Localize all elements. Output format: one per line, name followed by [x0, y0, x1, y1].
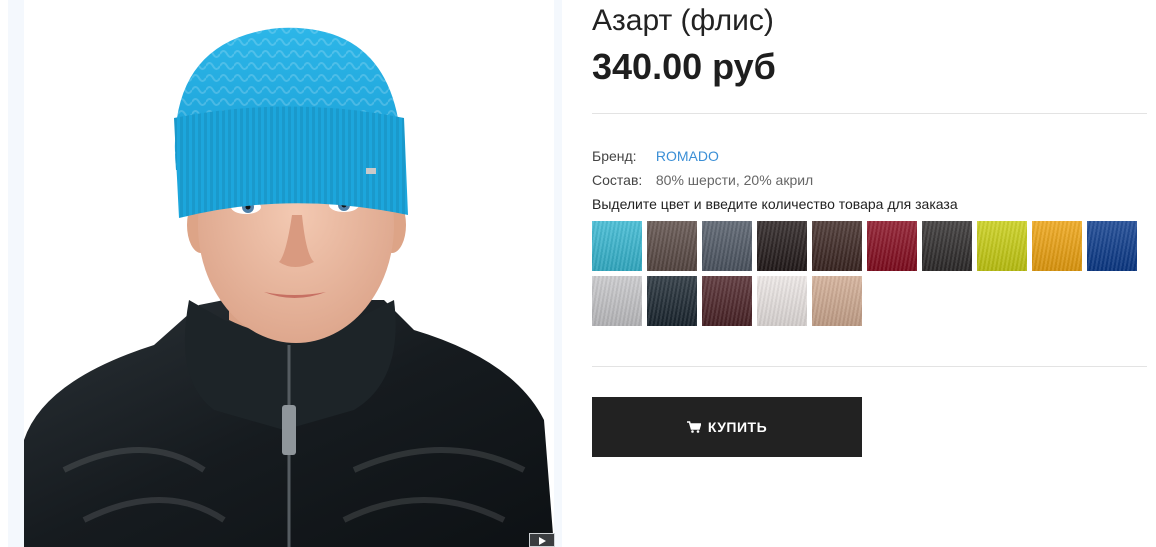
color-swatch-orange[interactable] [1032, 221, 1082, 271]
cart-icon [686, 421, 701, 433]
color-swatch-royal-blue[interactable] [1087, 221, 1137, 271]
play-arrow-icon[interactable] [529, 533, 555, 547]
divider [592, 366, 1147, 367]
model-wearing-hat-image [24, 27, 554, 547]
composition-row: Состав: 80% шерсти, 20% акрил [592, 172, 813, 188]
brand-row: Бренд: ROMADO [592, 148, 719, 164]
color-swatch-burgundy[interactable] [867, 221, 917, 271]
color-swatch-dark-brown[interactable] [812, 221, 862, 271]
color-swatch-maroon-brown[interactable] [702, 276, 752, 326]
color-swatch-cream[interactable] [757, 276, 807, 326]
product-page: Азарт (флис) 340.00 руб Бренд: ROMADO Со… [0, 0, 1156, 547]
divider [592, 113, 1147, 114]
product-title: Азарт (флис) [592, 4, 774, 37]
brand-link[interactable]: ROMADO [656, 148, 719, 164]
color-swatch-brown-grey[interactable] [647, 221, 697, 271]
product-photo[interactable] [24, 0, 554, 547]
color-swatch-slate[interactable] [702, 221, 752, 271]
buy-button-label: КУПИТЬ [707, 419, 768, 435]
color-swatch-black-brown[interactable] [757, 221, 807, 271]
color-swatch-beige[interactable] [812, 276, 862, 326]
product-info: Азарт (флис) 340.00 руб Бренд: ROMADO Со… [592, 0, 1148, 547]
color-swatch-turquoise[interactable] [592, 221, 642, 271]
product-gallery [8, 0, 562, 547]
composition-value: 80% шерсти, 20% акрил [655, 172, 814, 188]
buy-button[interactable]: КУПИТЬ [592, 397, 862, 457]
color-swatch-lime[interactable] [977, 221, 1027, 271]
color-swatch-graphite[interactable] [922, 221, 972, 271]
product-price: 340.00 руб [592, 46, 776, 87]
composition-label: Состав: [592, 172, 643, 188]
color-swatch-navy-black[interactable] [647, 276, 697, 326]
brand-label: Бренд: [592, 148, 637, 164]
color-select-hint: Выделите цвет и введите количество товар… [592, 196, 958, 212]
color-swatch-light-grey[interactable] [592, 276, 642, 326]
